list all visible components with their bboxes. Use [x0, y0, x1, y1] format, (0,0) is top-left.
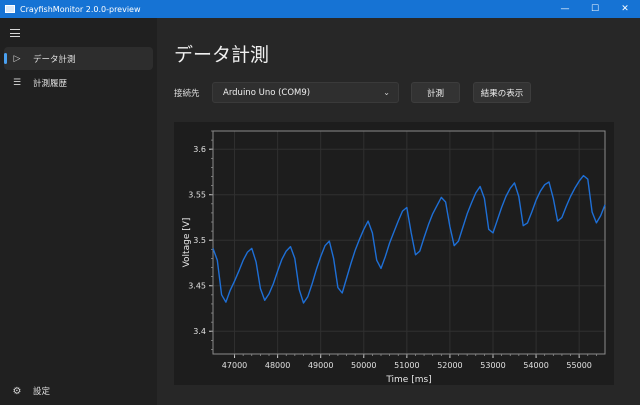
selection-indicator	[4, 53, 7, 64]
show-results-button[interactable]: 結果の表示	[473, 82, 531, 103]
chevron-down-icon: ⌄	[383, 88, 390, 97]
y-tick-label: 3.6	[193, 145, 206, 154]
connection-label: 接続先	[174, 89, 200, 99]
title-bar: CrayfishMonitor 2.0.0-preview — ☐ ✕	[0, 0, 640, 18]
window-title: CrayfishMonitor 2.0.0-preview	[20, 4, 141, 14]
sidebar-item-measure[interactable]: ▷ データ計測	[4, 47, 153, 70]
measure-button[interactable]: 計測	[411, 82, 460, 103]
y-axis-label: Voltage [V]	[182, 218, 192, 268]
chart-svg: 47000 48000 49000 50000 51000 52000 53000 54000…	[182, 130, 606, 385]
sidebar: ▷ データ計測 ☰ 計測履歴 ⚙ 設定	[0, 18, 157, 405]
x-tick-label: 54000	[523, 361, 548, 370]
sidebar-item-label: 設定	[33, 387, 51, 397]
close-button[interactable]: ✕	[610, 0, 640, 18]
y-tick-label: 3.45	[188, 282, 206, 291]
connection-select[interactable]: Arduino Uno (COM9) ⌄	[212, 82, 399, 103]
x-tick-label: 51000	[394, 361, 419, 370]
x-tick-label: 49000	[308, 361, 333, 370]
x-axis-label: Time [ms]	[385, 375, 431, 385]
list-icon: ☰	[12, 77, 22, 88]
x-tick-label: 47000	[222, 361, 247, 370]
connection-value: Arduino Uno (COM9)	[223, 87, 311, 98]
x-tick-label: 48000	[265, 361, 290, 370]
y-tick-label: 3.4	[193, 327, 206, 336]
main-content: データ計測 接続先 Arduino Uno (COM9) ⌄ 計測 結果の表示 …	[157, 18, 640, 405]
minimize-button[interactable]: —	[550, 0, 580, 18]
app-icon	[5, 5, 15, 13]
y-tick-label: 3.55	[188, 191, 206, 200]
sidebar-item-settings[interactable]: ⚙ 設定	[4, 381, 51, 401]
maximize-button[interactable]: ☐	[580, 0, 610, 18]
page-title: データ計測	[174, 44, 270, 66]
x-tick-label: 50000	[351, 361, 376, 370]
x-tick-label: 55000	[566, 361, 591, 370]
window-controls: — ☐ ✕	[550, 0, 640, 18]
sidebar-item-history[interactable]: ☰ 計測履歴	[4, 71, 153, 94]
y-tick-label: 3.5	[193, 236, 206, 245]
plot-frame	[212, 130, 606, 355]
sidebar-item-label: データ計測	[33, 54, 76, 65]
gear-icon: ⚙	[12, 385, 22, 397]
play-icon: ▷	[13, 53, 21, 64]
sidebar-item-label: 計測履歴	[33, 78, 68, 89]
x-tick-label: 53000	[480, 361, 505, 370]
voltage-chart: 47000 48000 49000 50000 51000 52000 53000 54000…	[174, 122, 614, 385]
hamburger-icon[interactable]	[10, 29, 20, 37]
x-tick-label: 52000	[437, 361, 462, 370]
